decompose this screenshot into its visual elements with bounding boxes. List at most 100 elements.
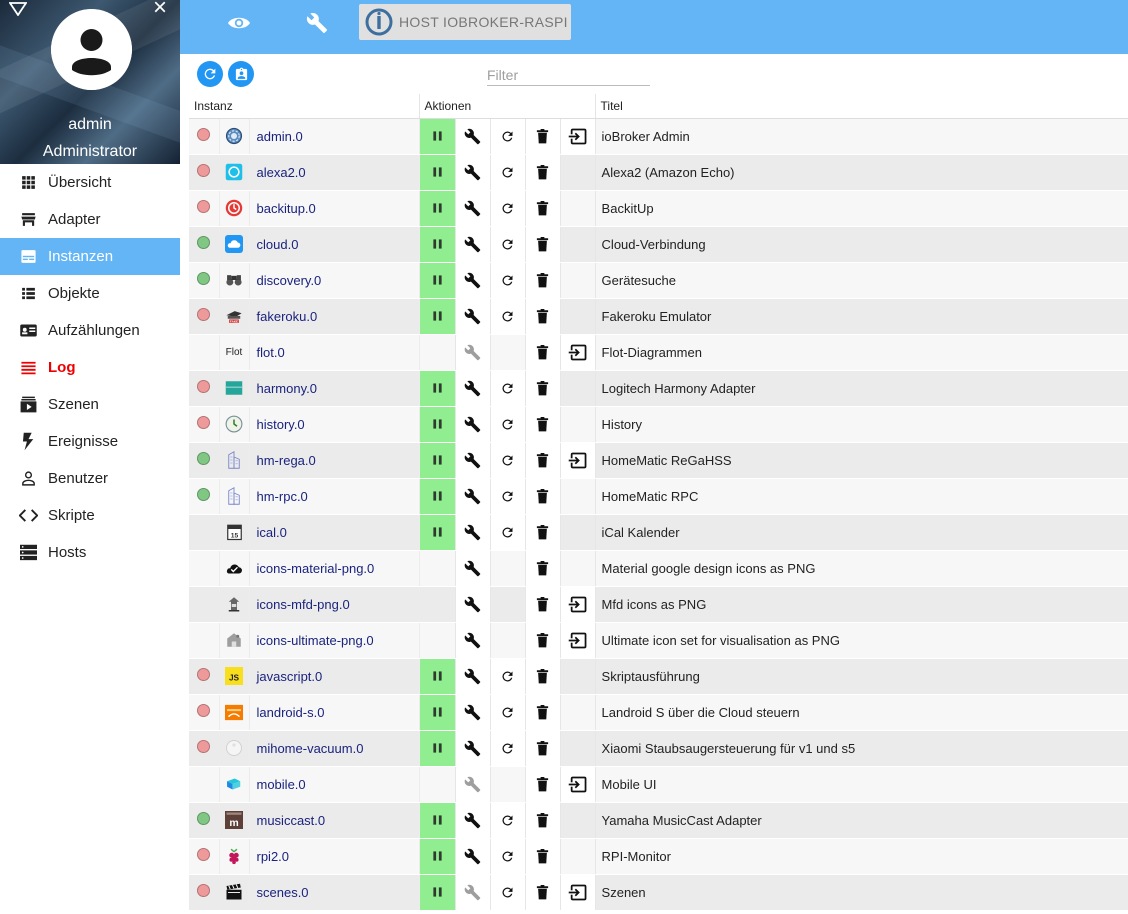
pause-button[interactable] [420, 119, 454, 153]
pause-button[interactable] [420, 479, 454, 513]
settings-button[interactable] [456, 659, 490, 693]
open-link-button[interactable] [561, 767, 595, 801]
pause-button[interactable] [420, 659, 454, 693]
delete-button[interactable] [526, 227, 560, 261]
restart-button[interactable] [491, 803, 525, 837]
settings-button[interactable] [456, 119, 490, 153]
sidebar-item-adapters[interactable]: Adapter [0, 201, 180, 238]
delete-button[interactable] [526, 623, 560, 657]
refresh-button[interactable] [197, 61, 223, 87]
sidebar-item-scenes[interactable]: Szenen [0, 386, 180, 423]
open-link-button[interactable] [561, 335, 595, 369]
sidebar-item-log[interactable]: Log [0, 349, 180, 386]
pause-button[interactable] [420, 731, 454, 765]
pause-button[interactable] [420, 515, 454, 549]
pause-button[interactable] [420, 407, 454, 441]
delete-button[interactable] [526, 659, 560, 693]
delete-button[interactable] [526, 839, 560, 873]
restart-button[interactable] [491, 191, 525, 225]
delete-button[interactable] [526, 335, 560, 369]
delete-button[interactable] [526, 407, 560, 441]
delete-button[interactable] [526, 515, 560, 549]
restart-button[interactable] [491, 227, 525, 261]
host-button[interactable]: HOST IOBROKER-RASPI [359, 4, 571, 40]
delete-button[interactable] [526, 299, 560, 333]
settings-button[interactable] [456, 371, 490, 405]
settings-button[interactable] [456, 407, 490, 441]
sidebar-item-instances[interactable]: Instanzen [0, 238, 180, 275]
settings-button[interactable] [456, 803, 490, 837]
sidebar-item-hosts[interactable]: Hosts [0, 534, 180, 571]
pause-button[interactable] [420, 803, 454, 837]
pause-button[interactable] [420, 839, 454, 873]
filter-input[interactable] [487, 64, 650, 86]
settings-button[interactable] [456, 299, 490, 333]
settings-button[interactable] [456, 227, 490, 261]
menu-triangle-icon[interactable] [9, 2, 27, 16]
delete-button[interactable] [526, 803, 560, 837]
settings-button[interactable] [456, 623, 490, 657]
delete-button[interactable] [526, 479, 560, 513]
restart-button[interactable] [491, 695, 525, 729]
settings-button[interactable] [456, 695, 490, 729]
open-link-button[interactable] [561, 443, 595, 477]
settings-button[interactable] [456, 263, 490, 297]
pause-button[interactable] [420, 371, 454, 405]
sidebar-item-enums[interactable]: Aufzählungen [0, 312, 180, 349]
restart-button[interactable] [491, 839, 525, 873]
restart-button[interactable] [491, 299, 525, 333]
delete-button[interactable] [526, 695, 560, 729]
open-link-button[interactable] [561, 119, 595, 153]
pause-button[interactable] [420, 191, 454, 225]
delete-button[interactable] [526, 191, 560, 225]
delete-button[interactable] [526, 875, 560, 909]
restart-button[interactable] [491, 155, 525, 189]
pause-button[interactable] [420, 875, 454, 909]
sidebar-item-users[interactable]: Benutzer [0, 460, 180, 497]
settings-button[interactable] [456, 731, 490, 765]
pause-button[interactable] [420, 299, 454, 333]
delete-button[interactable] [526, 587, 560, 621]
settings-button[interactable] [456, 515, 490, 549]
sidebar-item-events[interactable]: Ereignisse [0, 423, 180, 460]
restart-button[interactable] [491, 731, 525, 765]
pause-button[interactable] [420, 227, 454, 261]
delete-button[interactable] [526, 263, 560, 297]
close-icon[interactable]: × [153, 0, 167, 22]
sidebar-item-scripts[interactable]: Skripte [0, 497, 180, 534]
delete-button[interactable] [526, 731, 560, 765]
settings-button[interactable] [456, 155, 490, 189]
restart-button[interactable] [491, 263, 525, 297]
restart-button[interactable] [491, 875, 525, 909]
delete-button[interactable] [526, 119, 560, 153]
restart-button[interactable] [491, 659, 525, 693]
pause-button[interactable] [420, 443, 454, 477]
restart-button[interactable] [491, 443, 525, 477]
settings-button[interactable] [297, 6, 337, 40]
open-link-button[interactable] [561, 623, 595, 657]
settings-button[interactable] [456, 551, 490, 585]
restart-button[interactable] [491, 515, 525, 549]
settings-button[interactable] [456, 191, 490, 225]
sidebar-item-objects[interactable]: Objekte [0, 275, 180, 312]
settings-button[interactable] [456, 587, 490, 621]
delete-button[interactable] [526, 155, 560, 189]
open-link-button[interactable] [561, 587, 595, 621]
pause-button[interactable] [420, 155, 454, 189]
settings-button[interactable] [456, 839, 490, 873]
settings-button[interactable] [456, 479, 490, 513]
sidebar-item-overview[interactable]: Übersicht [0, 164, 180, 201]
settings-button[interactable] [456, 443, 490, 477]
restart-button[interactable] [491, 479, 525, 513]
delete-button[interactable] [526, 443, 560, 477]
restart-button[interactable] [491, 119, 525, 153]
delete-button[interactable] [526, 371, 560, 405]
pause-button[interactable] [420, 263, 454, 297]
eye-button[interactable] [219, 6, 259, 40]
expert-mode-button[interactable] [228, 61, 254, 87]
restart-button[interactable] [491, 371, 525, 405]
delete-button[interactable] [526, 551, 560, 585]
delete-button[interactable] [526, 767, 560, 801]
restart-button[interactable] [491, 407, 525, 441]
pause-button[interactable] [420, 695, 454, 729]
